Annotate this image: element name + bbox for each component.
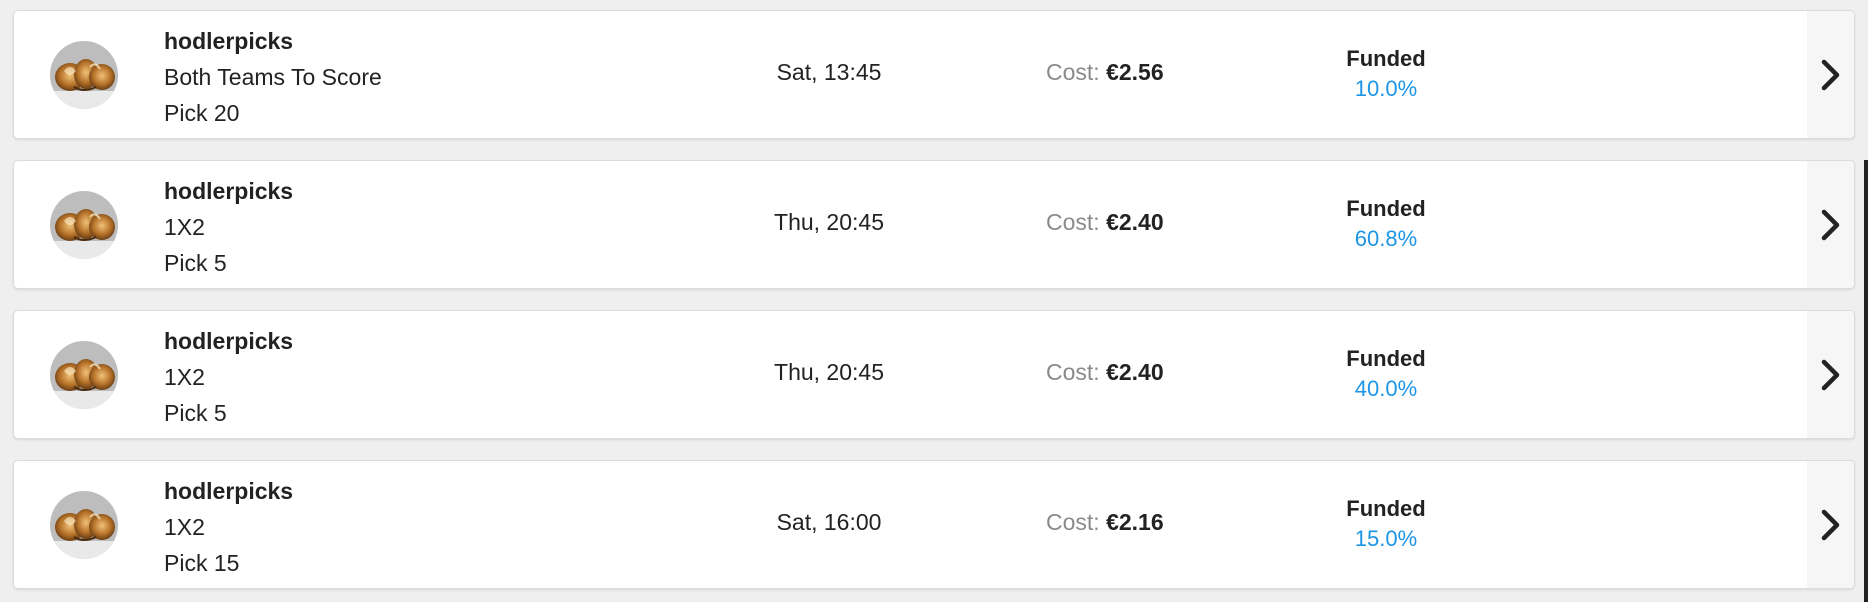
tipster-name[interactable]: hodlerpicks: [164, 323, 293, 359]
cost-value: €2.56: [1106, 59, 1164, 85]
cost: Cost: €2.40: [1046, 209, 1164, 236]
funded-status: Funded 60.8%: [1286, 194, 1486, 254]
funded-status: Funded 10.0%: [1286, 44, 1486, 104]
funded-percent: 60.8%: [1354, 226, 1418, 251]
cost-label: Cost:: [1046, 359, 1100, 385]
cost-label: Cost:: [1046, 59, 1100, 85]
chevron-right-icon: [1821, 509, 1840, 541]
event-time: Thu, 20:45: [774, 209, 884, 235]
pick-number: Pick 20: [164, 100, 240, 126]
open-pick-button[interactable]: [1807, 311, 1854, 438]
event-time: Sat, 16:00: [776, 509, 882, 535]
cost: Cost: €2.56: [1046, 59, 1164, 86]
funded-percent: 15.0%: [1354, 526, 1418, 551]
pick-card[interactable]: hodlerpicks Both Teams To Score Pick 20 …: [13, 10, 1855, 139]
market-name: Both Teams To Score: [164, 64, 382, 90]
pick-card[interactable]: hodlerpicks 1X2 Pick 5 Thu, 20:45 Cost: …: [13, 310, 1855, 439]
picks-list: hodlerpicks Both Teams To Score Pick 20 …: [0, 0, 1868, 602]
funded-label: Funded: [1346, 496, 1426, 521]
tipster-avatar-icon: [50, 191, 118, 259]
funded-status: Funded 40.0%: [1286, 344, 1486, 404]
tipster-avatar-icon: [50, 41, 118, 109]
chevron-right-icon: [1821, 59, 1840, 91]
pick-info: hodlerpicks Both Teams To Score Pick 20: [164, 23, 382, 131]
chevron-right-icon: [1821, 209, 1840, 241]
open-pick-button[interactable]: [1807, 461, 1854, 588]
pick-info: hodlerpicks 1X2 Pick 15: [164, 473, 293, 581]
funded-label: Funded: [1346, 346, 1426, 371]
pick-card[interactable]: hodlerpicks 1X2 Pick 5 Thu, 20:45 Cost: …: [13, 160, 1855, 289]
funded-percent: 10.0%: [1354, 76, 1418, 101]
chevron-right-icon: [1821, 359, 1840, 391]
cost-value: €2.40: [1106, 359, 1164, 385]
tipster-name[interactable]: hodlerpicks: [164, 23, 382, 59]
tipster-name[interactable]: hodlerpicks: [164, 473, 293, 509]
event-time: Thu, 20:45: [774, 359, 884, 385]
tipster-name[interactable]: hodlerpicks: [164, 173, 293, 209]
event-time: Sat, 13:45: [776, 59, 882, 85]
pick-card[interactable]: hodlerpicks 1X2 Pick 15 Sat, 16:00 Cost:…: [13, 460, 1855, 589]
tipster-avatar-icon: [50, 341, 118, 409]
cost: Cost: €2.16: [1046, 509, 1164, 536]
window-edge: [1864, 160, 1868, 602]
pick-number: Pick 15: [164, 550, 240, 576]
market-name: 1X2: [164, 514, 205, 540]
funded-status: Funded 15.0%: [1286, 494, 1486, 554]
pick-number: Pick 5: [164, 250, 227, 276]
pick-number: Pick 5: [164, 400, 227, 426]
funded-percent: 40.0%: [1354, 376, 1418, 401]
market-name: 1X2: [164, 214, 205, 240]
pick-info: hodlerpicks 1X2 Pick 5: [164, 323, 293, 431]
pick-info: hodlerpicks 1X2 Pick 5: [164, 173, 293, 281]
open-pick-button[interactable]: [1807, 161, 1854, 288]
cost-value: €2.16: [1106, 509, 1164, 535]
cost-label: Cost:: [1046, 209, 1100, 235]
cost-value: €2.40: [1106, 209, 1164, 235]
cost: Cost: €2.40: [1046, 359, 1164, 386]
tipster-avatar-icon: [50, 491, 118, 559]
funded-label: Funded: [1346, 46, 1426, 71]
market-name: 1X2: [164, 364, 205, 390]
open-pick-button[interactable]: [1807, 11, 1854, 138]
cost-label: Cost:: [1046, 509, 1100, 535]
funded-label: Funded: [1346, 196, 1426, 221]
